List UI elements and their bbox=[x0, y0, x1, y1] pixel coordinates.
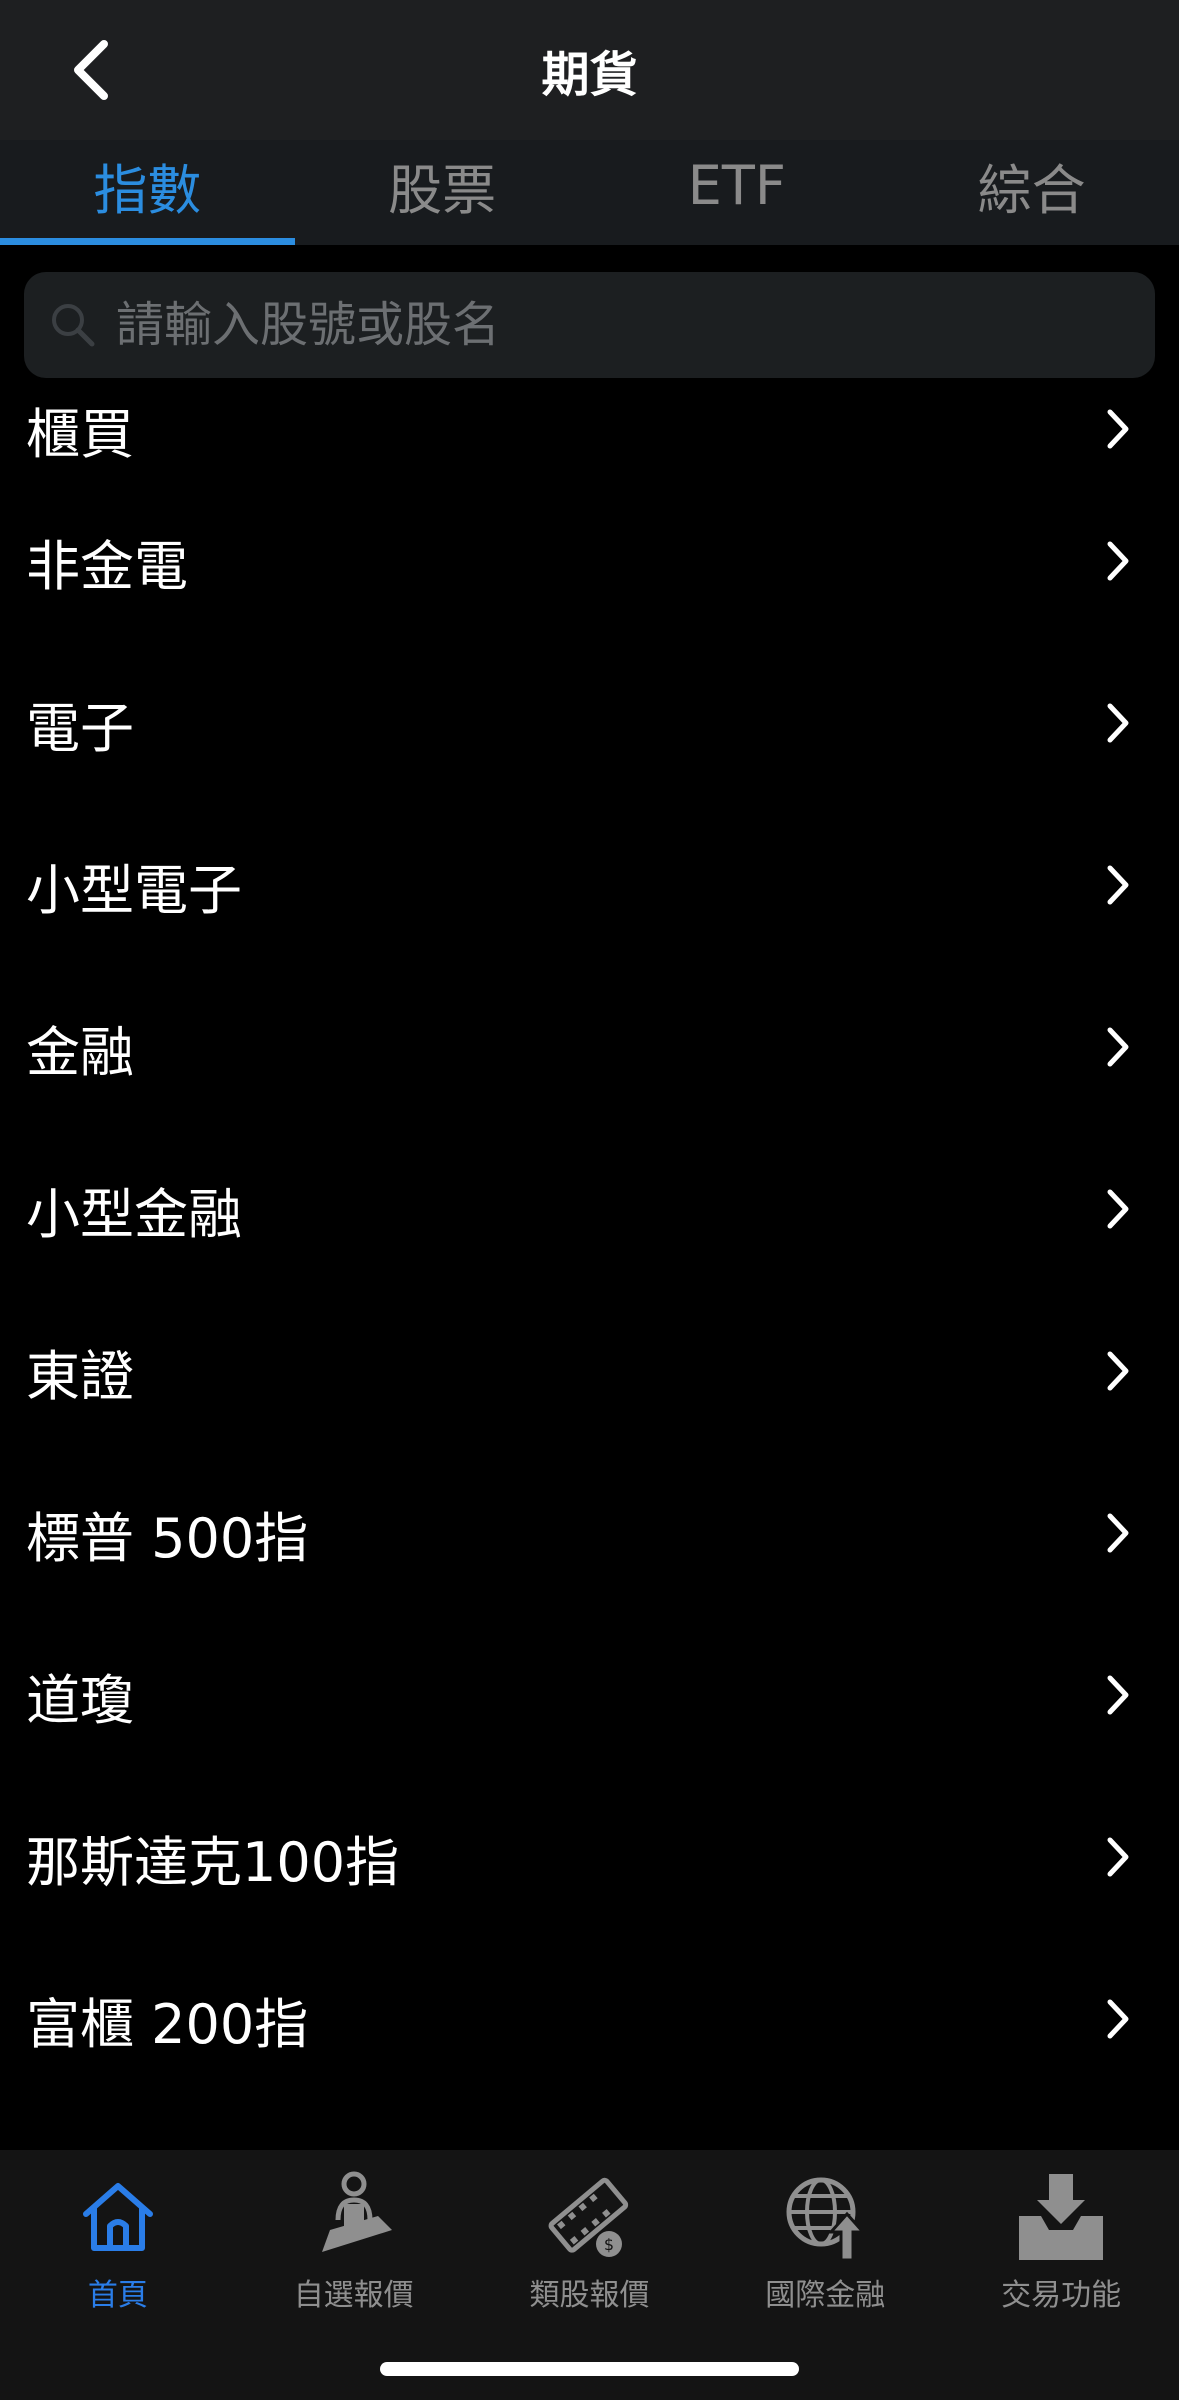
home-icon bbox=[70, 2168, 166, 2264]
person-desk-icon bbox=[306, 2168, 402, 2264]
tabbar-item-label: 類股報價 bbox=[529, 2278, 650, 2313]
list-item[interactable]: 那斯達克100指 bbox=[0, 1776, 1179, 1938]
tabbar-item-international[interactable]: 國際金融 bbox=[707, 2160, 943, 2314]
list-item-label: 櫃買 bbox=[26, 402, 134, 466]
bottom-tab-bar: 首頁 自選報價 $ 類股報價 國際金融 交易功能 bbox=[0, 2150, 1179, 2400]
chevron-right-icon bbox=[1103, 862, 1133, 908]
tabbar-item-sector[interactable]: $ 類股報價 bbox=[472, 2160, 708, 2314]
chevron-right-icon bbox=[1103, 538, 1133, 584]
tray-download-icon bbox=[1013, 2168, 1109, 2264]
list-item[interactable]: 標普 500指 bbox=[0, 1452, 1179, 1614]
search-icon bbox=[46, 298, 100, 352]
list-item[interactable]: 小型金融 bbox=[0, 1128, 1179, 1290]
list-item-label: 標普 500指 bbox=[26, 1506, 309, 1570]
chevron-right-icon bbox=[1103, 1186, 1133, 1232]
list-item-label: 小型電子 bbox=[26, 858, 242, 922]
home-indicator[interactable] bbox=[380, 2362, 799, 2376]
chevron-right-icon bbox=[1103, 1510, 1133, 1556]
chevron-right-icon bbox=[1103, 1996, 1133, 2042]
list-item-label: 道瓊 bbox=[26, 1668, 134, 1732]
list-item-label: 東證 bbox=[26, 1344, 134, 1408]
list-item-label: 非金電 bbox=[26, 534, 188, 598]
page-title: 期貨 bbox=[541, 47, 638, 103]
tabbar-item-home[interactable]: 首頁 bbox=[0, 2160, 236, 2314]
search-input[interactable] bbox=[114, 272, 1155, 378]
back-button[interactable] bbox=[50, 28, 130, 112]
list-item[interactable]: 小型電子 bbox=[0, 804, 1179, 966]
list-item-label: 那斯達克100指 bbox=[26, 1830, 400, 1894]
tab-etf[interactable]: ETF bbox=[590, 140, 885, 245]
tab-composite[interactable]: 綜合 bbox=[884, 140, 1179, 245]
chevron-left-icon bbox=[74, 40, 108, 100]
globe-arrow-icon bbox=[777, 2168, 873, 2264]
film-coin-icon: $ bbox=[541, 2168, 637, 2264]
tabbar-item-label: 首頁 bbox=[87, 2278, 148, 2313]
list-item-label: 富櫃 200指 bbox=[26, 1992, 309, 2056]
list-item[interactable]: 電子 bbox=[0, 642, 1179, 804]
list-item-label: 金融 bbox=[26, 1020, 134, 1084]
tabbar-item-trade[interactable]: 交易功能 bbox=[943, 2160, 1179, 2314]
futures-list: 櫃買 非金電 電子 小型電子 金融 小型金融 東證 標普 500指 道瓊 那斯達… bbox=[0, 378, 1179, 2100]
search-bar bbox=[24, 272, 1155, 378]
list-item[interactable]: 非金電 bbox=[0, 480, 1179, 642]
tabbar-item-label: 交易功能 bbox=[1001, 2278, 1122, 2313]
tabbar-item-label: 國際金融 bbox=[765, 2278, 886, 2313]
list-item-label: 電子 bbox=[26, 696, 134, 760]
svg-text:$: $ bbox=[604, 2235, 614, 2254]
list-item[interactable]: 富櫃 200指 bbox=[0, 1938, 1179, 2100]
chevron-right-icon bbox=[1103, 1348, 1133, 1394]
chevron-right-icon bbox=[1103, 406, 1133, 452]
tab-stock[interactable]: 股票 bbox=[295, 140, 590, 245]
list-item[interactable]: 道瓊 bbox=[0, 1614, 1179, 1776]
tabbar-item-watchlist[interactable]: 自選報價 bbox=[236, 2160, 472, 2314]
nav-bar: 期貨 bbox=[0, 0, 1179, 140]
list-item[interactable]: 東證 bbox=[0, 1290, 1179, 1452]
chevron-right-icon bbox=[1103, 1672, 1133, 1718]
category-tabs: 指數 股票 ETF 綜合 bbox=[0, 140, 1179, 245]
chevron-right-icon bbox=[1103, 700, 1133, 746]
chevron-right-icon bbox=[1103, 1834, 1133, 1880]
list-item-label: 小型金融 bbox=[26, 1182, 242, 1246]
list-item[interactable]: 金融 bbox=[0, 966, 1179, 1128]
tabbar-item-label: 自選報價 bbox=[293, 2278, 414, 2313]
chevron-right-icon bbox=[1103, 1024, 1133, 1070]
tab-index[interactable]: 指數 bbox=[0, 140, 295, 245]
list-item[interactable]: 櫃買 bbox=[0, 378, 1179, 480]
